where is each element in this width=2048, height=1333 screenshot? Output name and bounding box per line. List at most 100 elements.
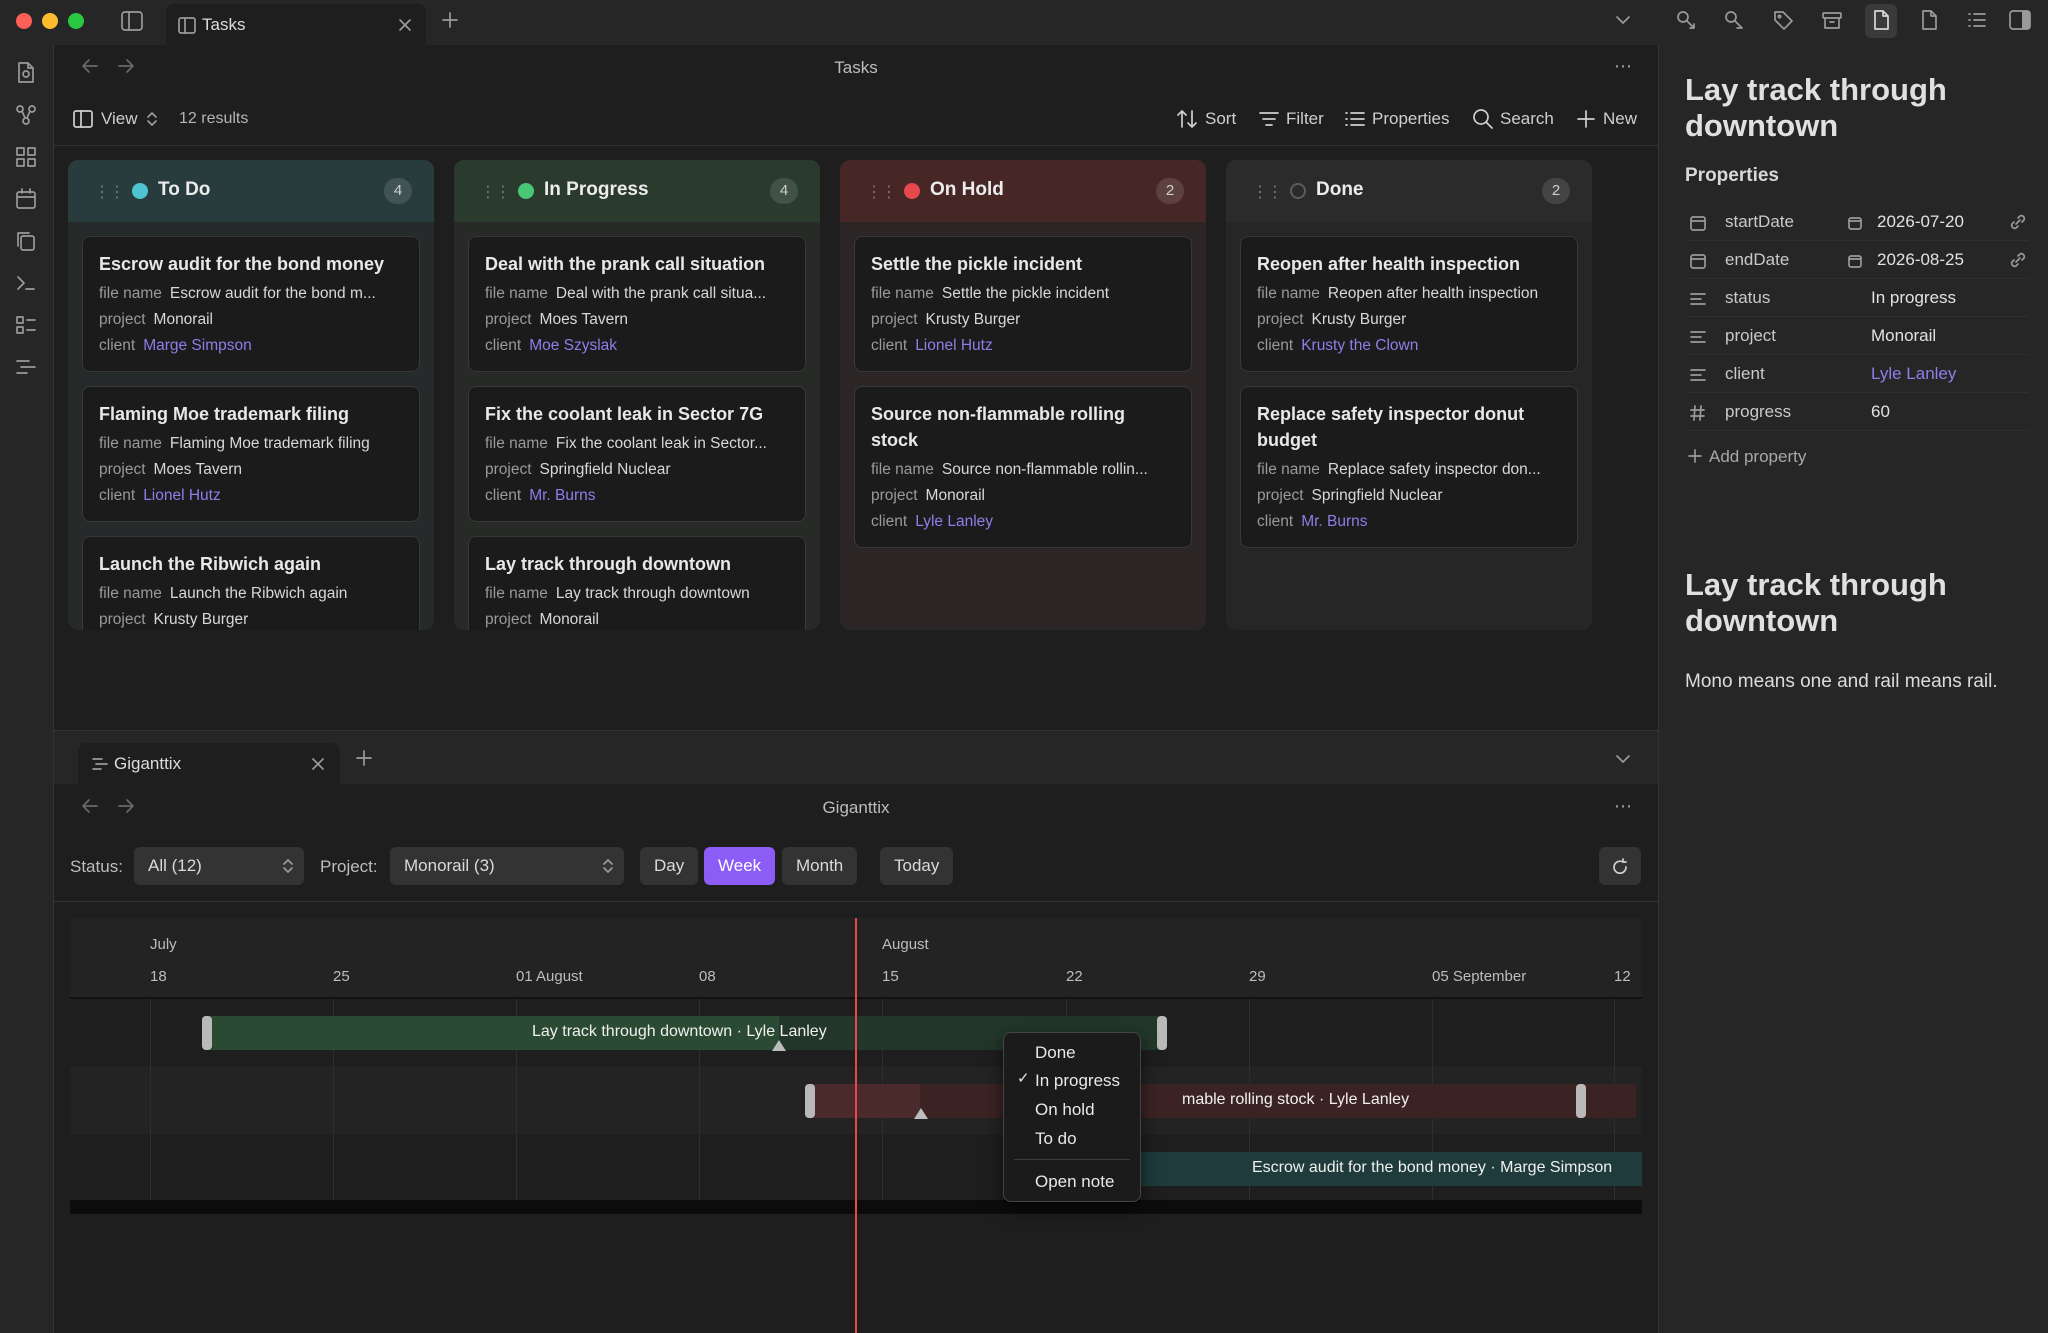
menu-item-in-progress[interactable]: In progress: [1035, 1071, 1120, 1091]
tag-icon[interactable]: [1772, 9, 1794, 31]
drag-handle-icon[interactable]: ⋮⋮: [1252, 182, 1283, 202]
more-options-icon[interactable]: ⋯: [1614, 56, 1633, 77]
sidebar-toggle-icon[interactable]: [120, 10, 144, 32]
menu-item-done[interactable]: Done: [1035, 1043, 1076, 1063]
search-button[interactable]: Search: [1500, 109, 1554, 129]
graph-link-icon[interactable]: [1675, 9, 1697, 31]
task-card[interactable]: Flaming Moe trademark filing file name Fl…: [82, 386, 420, 522]
canvas-icon[interactable]: [14, 145, 38, 169]
project-filter-select[interactable]: Monorail (3): [390, 847, 624, 885]
file-icon[interactable]: [1870, 9, 1892, 31]
bar-end-handle[interactable]: [1576, 1084, 1586, 1118]
client-link[interactable]: Lionel Hutz: [915, 337, 993, 354]
right-sidebar-toggle-icon[interactable]: [2008, 9, 2032, 31]
drag-handle-icon[interactable]: ⋮⋮: [866, 182, 897, 202]
more-options-icon[interactable]: ⋯: [1614, 796, 1633, 817]
status-filter-select[interactable]: All (12): [134, 847, 304, 885]
filter-button[interactable]: Filter: [1286, 109, 1324, 129]
new-tab-icon[interactable]: [355, 749, 373, 767]
outline-icon[interactable]: [1966, 9, 1988, 31]
progress-handle[interactable]: [771, 1040, 786, 1051]
view-switcher[interactable]: View: [101, 109, 138, 129]
client-link[interactable]: Lionel Hutz: [143, 487, 221, 504]
client-link[interactable]: Mr. Burns: [1301, 513, 1367, 530]
link-icon[interactable]: [2009, 251, 2027, 269]
client-link[interactable]: Lyle Lanley: [915, 513, 993, 530]
bar-start-handle[interactable]: [805, 1084, 815, 1118]
calendar-icon[interactable]: [14, 187, 38, 211]
properties-button[interactable]: Properties: [1372, 109, 1449, 129]
drag-handle-icon[interactable]: ⋮⋮: [480, 182, 511, 202]
gantt-icon[interactable]: [14, 355, 38, 379]
today-button[interactable]: Today: [880, 847, 954, 885]
chevron-down-icon[interactable]: [1614, 12, 1632, 28]
property-value[interactable]: Monorail: [1871, 326, 1936, 346]
refresh-button[interactable]: [1599, 847, 1641, 885]
outgoing-links-icon[interactable]: [1723, 9, 1745, 31]
scale-day-button[interactable]: Day: [640, 847, 699, 885]
gantt-bar[interactable]: Escrow audit for the bond money · Marge …: [1138, 1152, 1642, 1186]
checklist-icon[interactable]: [14, 313, 38, 337]
open-file-icon[interactable]: [14, 61, 38, 85]
copy-icon[interactable]: [14, 229, 38, 253]
scale-week-button[interactable]: Week: [704, 847, 776, 885]
tab-giganttix[interactable]: Giganttix: [78, 743, 340, 785]
bar-start-handle[interactable]: [202, 1016, 212, 1050]
plus-icon[interactable]: [1576, 108, 1596, 130]
task-card[interactable]: Replace safety inspector donut budget fi…: [1240, 386, 1578, 548]
search-icon[interactable]: [1472, 108, 1494, 130]
close-window-button[interactable]: [16, 13, 32, 29]
close-tab-icon[interactable]: [311, 757, 325, 771]
task-card[interactable]: Deal with the prank call situation file …: [468, 236, 806, 372]
terminal-icon[interactable]: [14, 271, 38, 295]
task-card[interactable]: Lay track through downtown file name Lay …: [468, 536, 806, 630]
task-card[interactable]: Escrow audit for the bond money file nam…: [82, 236, 420, 372]
property-row-status[interactable]: status In progress: [1687, 279, 2029, 317]
menu-item-on-hold[interactable]: On hold: [1035, 1100, 1095, 1120]
sort-icon[interactable]: [1176, 108, 1198, 130]
menu-item-to-do[interactable]: To do: [1035, 1129, 1077, 1149]
property-value[interactable]: In progress: [1871, 288, 1956, 308]
sort-button[interactable]: Sort: [1205, 109, 1236, 129]
chevron-down-icon[interactable]: [1614, 751, 1632, 767]
property-row-client[interactable]: client Lyle Lanley: [1687, 355, 2029, 393]
graph-view-icon[interactable]: [14, 103, 38, 127]
filter-icon[interactable]: [1258, 108, 1280, 130]
task-card[interactable]: Settle the pickle incident file name Sett…: [854, 236, 1192, 372]
task-card[interactable]: Reopen after health inspection file name…: [1240, 236, 1578, 372]
client-link[interactable]: Mr. Burns: [529, 487, 595, 504]
archive-icon[interactable]: [1821, 9, 1843, 31]
menu-item-open-note[interactable]: Open note: [1035, 1172, 1114, 1192]
minimize-window-button[interactable]: [42, 13, 58, 29]
client-link[interactable]: Krusty the Clown: [1301, 337, 1418, 354]
add-property-button[interactable]: Add property: [1709, 447, 1806, 467]
task-card[interactable]: Fix the coolant leak in Sector 7G file n…: [468, 386, 806, 522]
updown-chevron-icon[interactable]: [146, 110, 158, 128]
drag-handle-icon[interactable]: ⋮⋮: [94, 182, 125, 202]
property-row-startdate[interactable]: startDate 2026-07-20: [1687, 203, 2029, 241]
gantt-bar[interactable]: mable rolling stock · Lyle Lanley: [808, 1084, 1636, 1118]
property-row-project[interactable]: project Monorail: [1687, 317, 2029, 355]
client-link[interactable]: Moe Szyslak: [529, 337, 617, 354]
tab-tasks[interactable]: Tasks: [166, 4, 426, 45]
property-row-progress[interactable]: progress 60: [1687, 393, 2029, 431]
progress-handle[interactable]: [914, 1108, 928, 1119]
maximize-window-button[interactable]: [68, 13, 84, 29]
property-value-link[interactable]: Lyle Lanley: [1871, 364, 1956, 384]
property-value[interactable]: 60: [1871, 402, 1890, 422]
properties-icon[interactable]: [1344, 108, 1366, 130]
new-tab-icon[interactable]: [441, 11, 459, 29]
property-value[interactable]: 2026-07-20: [1877, 212, 1964, 232]
new-button[interactable]: New: [1603, 109, 1637, 129]
page-icon[interactable]: [1918, 9, 1940, 31]
bar-end-handle[interactable]: [1157, 1016, 1167, 1050]
task-card[interactable]: Source non-flammable rolling stock file …: [854, 386, 1192, 548]
task-card[interactable]: Launch the Ribwich again file name Launch…: [82, 536, 420, 630]
close-tab-icon[interactable]: [398, 18, 412, 32]
property-row-enddate[interactable]: endDate 2026-08-25: [1687, 241, 2029, 279]
link-icon[interactable]: [2009, 213, 2027, 231]
scale-month-button[interactable]: Month: [782, 847, 858, 885]
property-value[interactable]: 2026-08-25: [1877, 250, 1964, 270]
plus-icon[interactable]: [1687, 448, 1703, 464]
client-link[interactable]: Marge Simpson: [143, 337, 252, 354]
